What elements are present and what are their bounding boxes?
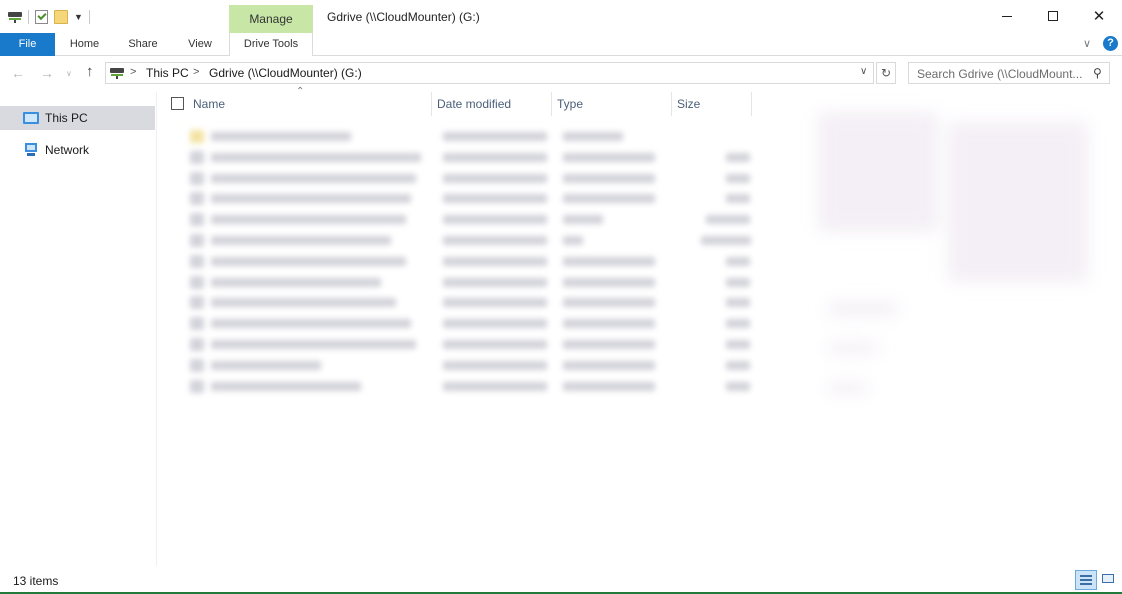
address-dropdown-icon[interactable]: ∨ — [860, 66, 867, 77]
column-header-date-modified[interactable]: Date modified — [437, 92, 511, 116]
nav-item-this-pc[interactable]: This PC — [0, 106, 155, 130]
quick-access-toolbar: ▼ — [8, 8, 90, 26]
properties-icon[interactable] — [35, 10, 48, 24]
close-icon: ✕ — [1092, 7, 1106, 25]
back-arrow-icon[interactable]: ← — [11, 65, 25, 81]
column-divider[interactable] — [551, 92, 552, 116]
blurred-preview-area — [798, 112, 1108, 412]
minimize-icon — [1002, 15, 1012, 17]
navigation-pane: This PC Network — [0, 92, 157, 566]
computer-icon — [23, 112, 39, 124]
network-icon — [23, 143, 39, 157]
column-header-size[interactable]: Size — [677, 92, 700, 116]
customize-dropdown-icon[interactable]: ▼ — [74, 12, 83, 22]
new-folder-icon[interactable] — [54, 10, 68, 24]
status-bar: 13 items — [0, 566, 1122, 594]
column-divider[interactable] — [671, 92, 672, 116]
table-row[interactable] — [186, 313, 756, 334]
tab-share[interactable]: Share — [122, 33, 164, 56]
table-row[interactable] — [186, 209, 756, 230]
column-header-name[interactable]: Name — [193, 92, 225, 116]
expand-ribbon-chevron-icon[interactable]: ∨ — [1083, 37, 1091, 50]
manage-context-tab: Manage — [229, 5, 313, 33]
window-title: Gdrive (\\CloudMounter) (G:) — [327, 10, 480, 24]
tab-drive-tools[interactable]: Drive Tools — [229, 33, 313, 56]
table-row[interactable] — [186, 376, 756, 397]
select-all-checkbox[interactable] — [171, 97, 184, 110]
breadcrumb-gdrive[interactable]: Gdrive (\\CloudMounter) (G:) — [209, 66, 362, 80]
nav-item-label: This PC — [45, 111, 88, 125]
help-icon[interactable]: ? — [1103, 36, 1118, 51]
file-list: ⌃ Name Date modified Type Size — [158, 86, 1122, 566]
navigation-bar: ← → ∨ ↑ > This PC > Gdrive (\\CloudMount… — [0, 56, 1122, 92]
table-row[interactable] — [186, 251, 756, 272]
column-divider[interactable] — [751, 92, 752, 116]
maximize-button[interactable] — [1030, 0, 1076, 32]
table-row[interactable] — [186, 168, 756, 189]
sort-ascending-icon: ⌃ — [296, 86, 305, 97]
tab-file[interactable]: File — [0, 33, 55, 56]
refresh-icon[interactable]: ↻ — [876, 62, 896, 84]
forward-arrow-icon[interactable]: → — [40, 65, 54, 81]
qat-divider — [28, 10, 29, 24]
qat-divider — [88, 10, 90, 24]
ribbon-tabs: File Home Share View Drive Tools ∨ ? — [0, 33, 1122, 56]
breadcrumb-this-pc[interactable]: This PC — [146, 66, 189, 80]
table-row[interactable] — [186, 355, 756, 376]
minimize-button[interactable] — [984, 0, 1030, 32]
title-bar: ▼ Manage Gdrive (\\CloudMounter) (G:) ✕ — [0, 0, 1122, 33]
nav-item-network[interactable]: Network — [0, 138, 155, 162]
table-row[interactable] — [186, 292, 756, 313]
up-arrow-icon[interactable]: ↑ — [86, 63, 94, 80]
table-row[interactable] — [186, 188, 756, 209]
nav-item-label: Network — [45, 143, 90, 157]
maximize-icon — [1048, 11, 1058, 21]
recent-locations-chevron-icon[interactable]: ∨ — [66, 69, 72, 78]
column-divider[interactable] — [431, 92, 432, 116]
search-icon[interactable]: ⚲ — [1093, 66, 1102, 80]
blurred-file-rows — [186, 126, 756, 396]
column-header-type[interactable]: Type — [557, 92, 583, 116]
search-box[interactable]: ⚲ — [908, 62, 1110, 84]
large-icons-view-button[interactable] — [1100, 571, 1116, 587]
drive-icon[interactable] — [8, 12, 22, 23]
drive-icon — [110, 68, 124, 79]
search-input[interactable] — [917, 66, 1087, 81]
close-button[interactable]: ✕ — [1076, 0, 1122, 32]
address-bar[interactable]: > This PC > Gdrive (\\CloudMounter) (G:)… — [105, 62, 874, 84]
details-view-button[interactable] — [1075, 570, 1097, 590]
breadcrumb-chevron-icon[interactable]: > — [130, 66, 136, 78]
table-row[interactable] — [186, 334, 756, 355]
table-row[interactable] — [186, 272, 756, 293]
table-row[interactable] — [186, 230, 756, 251]
table-row[interactable] — [186, 147, 756, 168]
tab-home[interactable]: Home — [62, 33, 107, 56]
tab-view[interactable]: View — [180, 33, 220, 56]
breadcrumb-chevron-icon[interactable]: > — [193, 66, 199, 78]
item-count: 13 items — [13, 574, 59, 588]
table-row[interactable] — [186, 126, 756, 147]
